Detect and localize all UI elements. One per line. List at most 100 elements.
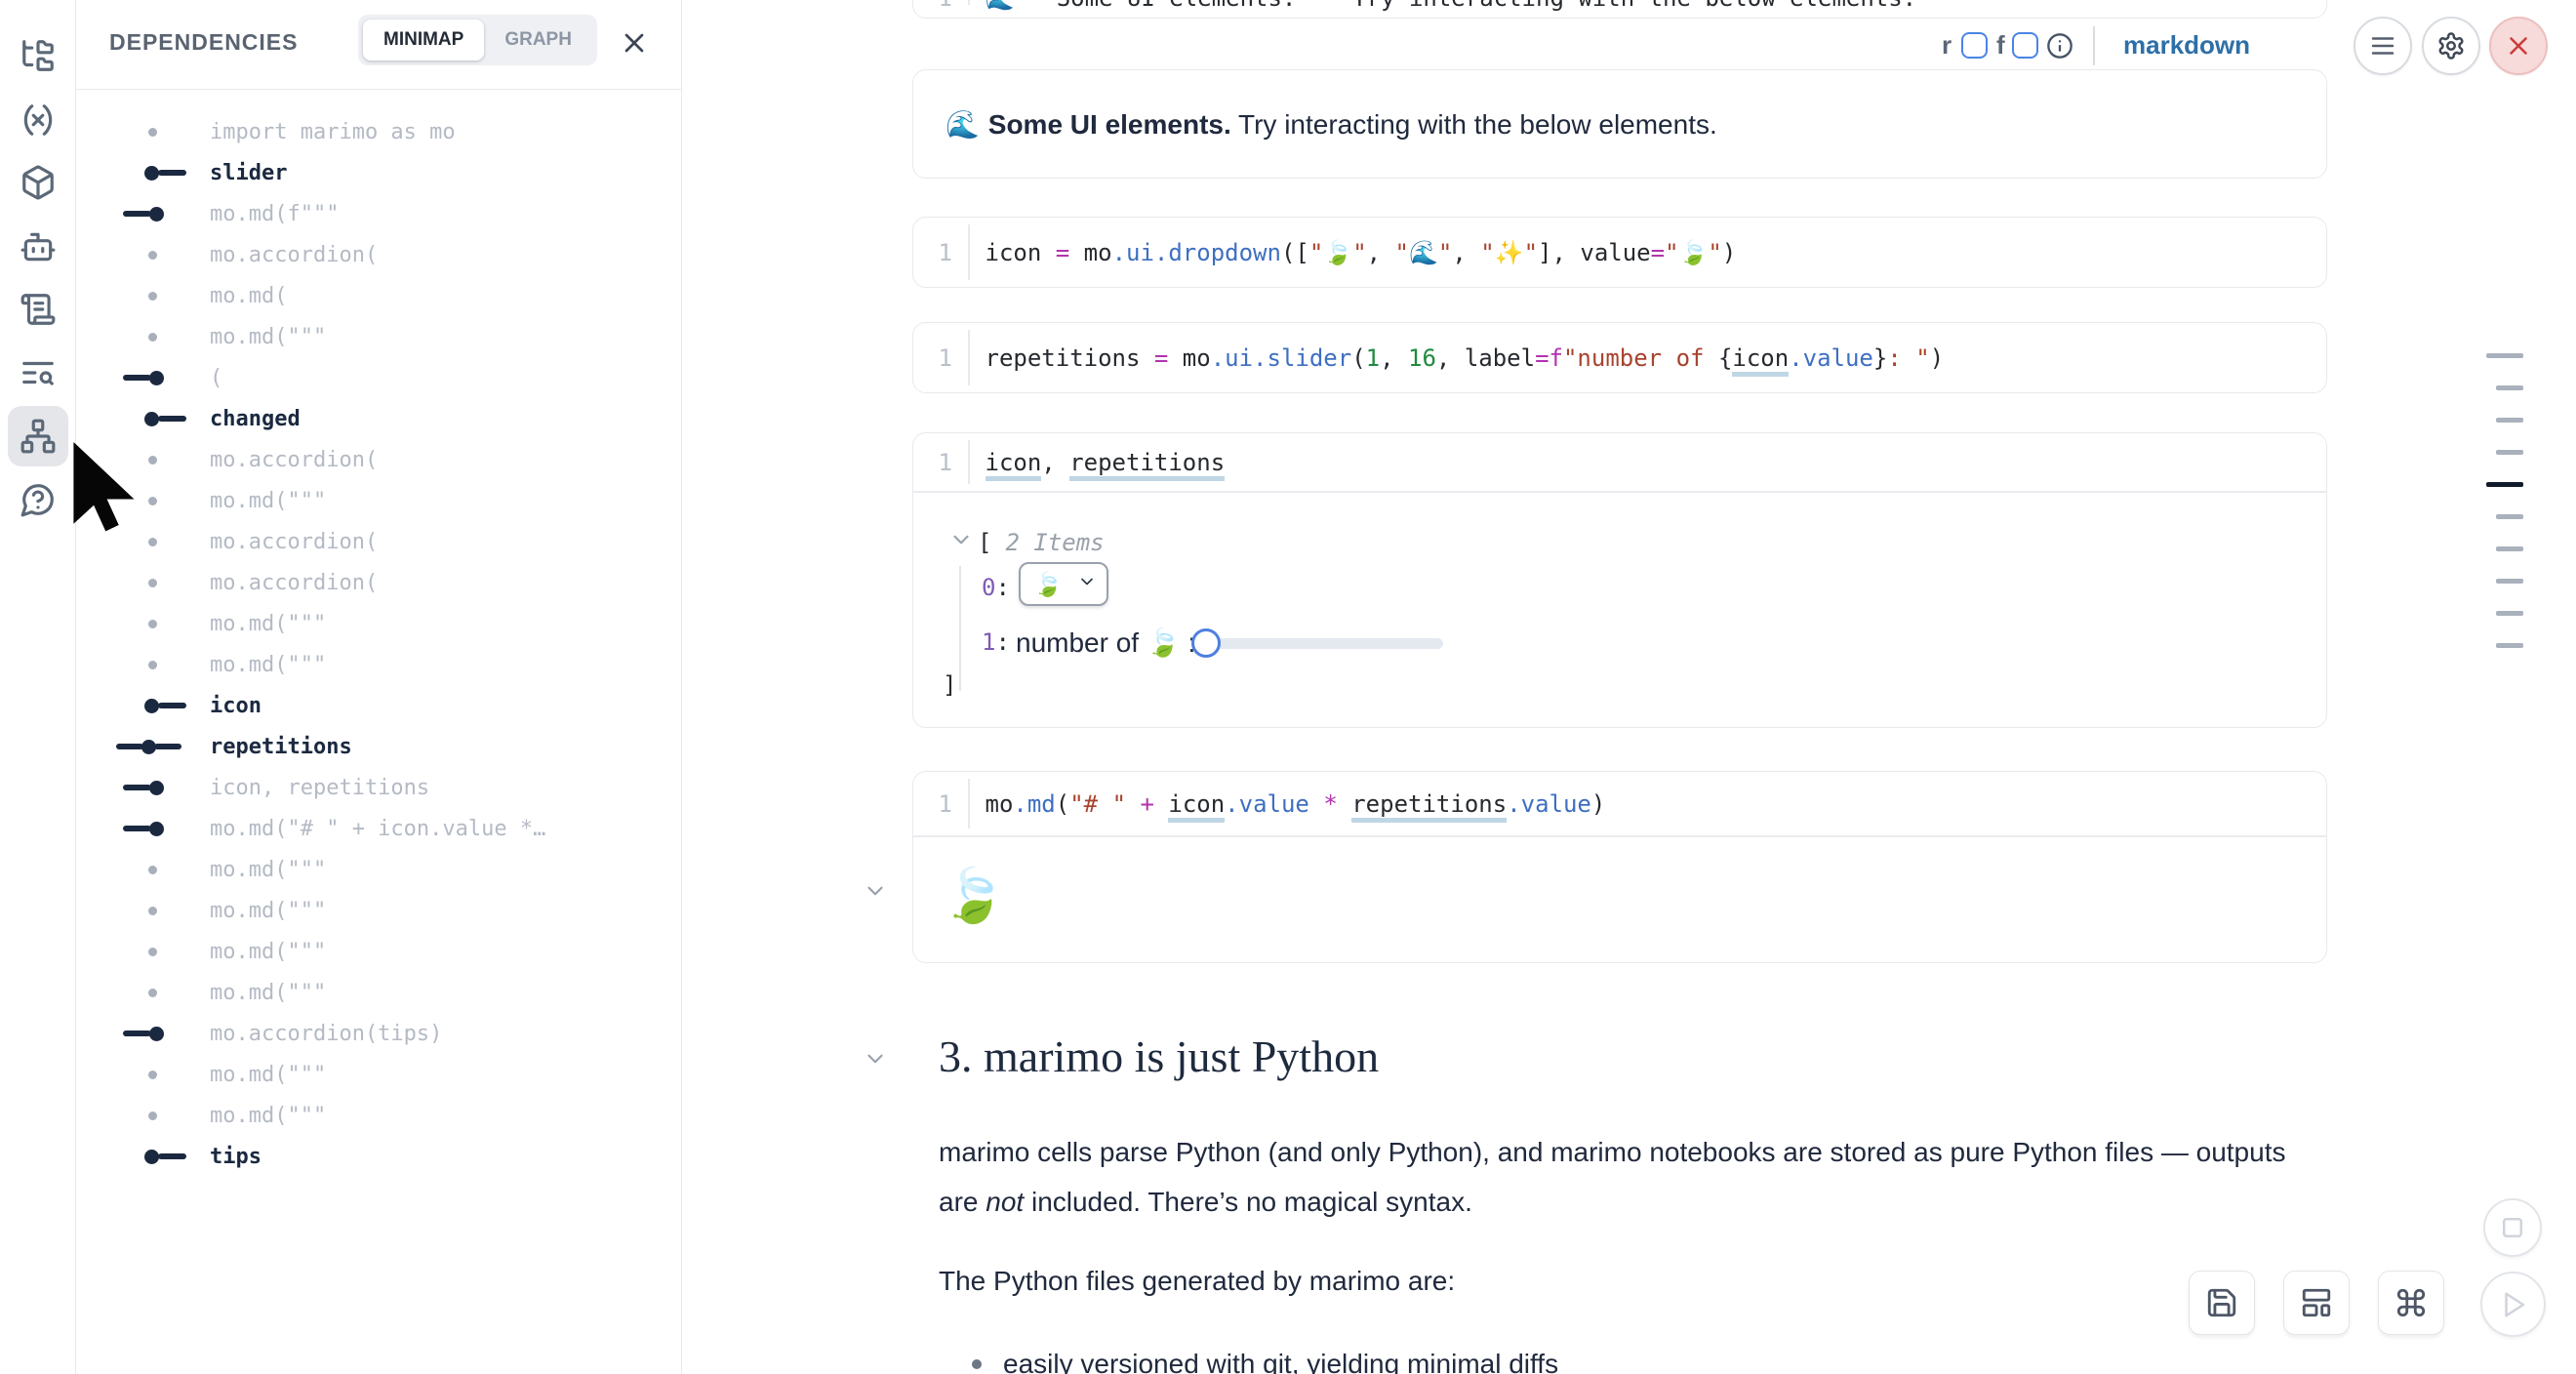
markdown-output-text: 🌊 Some UI elements. Try interacting with… [946, 108, 1717, 141]
minimap-item[interactable]: mo.md(f""" [76, 193, 681, 234]
slider-thumb[interactable] [1191, 628, 1221, 658]
cell-editor[interactable]: 1 mo.md("# " + icon.value * repetitions.… [913, 772, 2326, 835]
cell-editor[interactable]: 1 icon, repetitions [913, 433, 2326, 491]
sidebar-item-logs[interactable] [8, 279, 68, 340]
minimap-item-label: tips [210, 1145, 262, 1169]
dependencies-panel: DEPENDENCIES MINIMAP GRAPH import marimo… [76, 0, 682, 1374]
language-label[interactable]: markdown [2123, 30, 2250, 61]
code-line[interactable]: repetitions = mo.ui.slider(1, 16, label=… [970, 344, 1945, 372]
minimap-item-label: import marimo as mo [210, 120, 456, 144]
tree-indent-guide [959, 566, 961, 691]
minimap-item[interactable]: mo.accordion( [76, 439, 681, 480]
tab-minimap[interactable]: MINIMAP [363, 20, 484, 61]
minimap-item[interactable]: mo.md("# " + icon.value *… [76, 808, 681, 849]
cell-marker-icon [76, 562, 210, 603]
cell-marker-icon [76, 275, 210, 316]
minimap-item[interactable]: mo.accordion( [76, 562, 681, 603]
minimap-item-label: mo.md(""" [210, 858, 326, 882]
cell-tracker-tick[interactable] [2486, 482, 2523, 487]
markdown-cell-editor-clipped[interactable]: 1 🌊 **Some UI elements.** Try interactin… [912, 0, 2327, 19]
stop-button[interactable] [2483, 1198, 2542, 1257]
cell-tracker-tick[interactable] [2496, 643, 2523, 648]
minimap-item[interactable]: repetitions [76, 726, 681, 767]
cell-tracker-tick[interactable] [2496, 514, 2523, 519]
run-button[interactable] [2480, 1272, 2546, 1337]
minimap-item[interactable]: mo.md(""" [76, 931, 681, 972]
settings-button[interactable] [2422, 17, 2480, 75]
collapse-array-button[interactable] [948, 527, 974, 557]
minimap-item-label: mo.md(""" [210, 489, 326, 513]
minimap-item[interactable]: mo.md(""" [76, 644, 681, 685]
f-checkbox-label: f [1996, 30, 2005, 61]
cell-tracker-tick[interactable] [2496, 579, 2523, 584]
f-checkbox[interactable] [2012, 32, 2038, 59]
minimap-item[interactable]: mo.md(""" [76, 603, 681, 644]
sidebar-item-snippets[interactable] [8, 343, 68, 403]
code-cell-slider[interactable]: 1 repetitions = mo.ui.slider(1, 16, labe… [912, 322, 2327, 393]
layout-button[interactable] [2283, 1271, 2350, 1335]
slider-track[interactable] [1206, 638, 1443, 649]
keyboard-shortcuts-button[interactable] [2378, 1271, 2444, 1335]
cell-tracker-tick[interactable] [2496, 385, 2523, 390]
package-icon [20, 164, 57, 201]
text-search-icon [20, 354, 57, 391]
minimap-item-label: mo.md("# " + icon.value *… [210, 817, 545, 841]
minimap-item[interactable]: mo.md( [76, 275, 681, 316]
sidebar-item-files[interactable] [8, 25, 68, 86]
minimap-item[interactable]: icon, repetitions [76, 767, 681, 808]
notebook-menu-button[interactable] [2354, 17, 2412, 75]
minimap-item[interactable]: icon [76, 685, 681, 726]
dropdown-widget[interactable]: 🍃 [1019, 562, 1108, 606]
minimap-item[interactable]: mo.md(""" [76, 480, 681, 521]
minimap-item[interactable]: tips [76, 1136, 681, 1177]
minimap-item[interactable]: mo.accordion( [76, 521, 681, 562]
code-cell-dropdown[interactable]: 1 icon = mo.ui.dropdown(["🍃", "🌊", "✨"],… [912, 217, 2327, 288]
minimap-item-label: icon [210, 694, 262, 718]
code-line[interactable]: 🌊 **Some UI elements.** Try interacting … [970, 0, 1917, 12]
minimap-item[interactable]: mo.md(""" [76, 316, 681, 357]
cell-tracker-tick[interactable] [2496, 546, 2523, 551]
minimap-item[interactable]: mo.md(""" [76, 1054, 681, 1095]
shutdown-button[interactable] [2489, 17, 2548, 75]
code-line[interactable]: icon, repetitions [970, 449, 1226, 476]
minimap-item[interactable]: mo.md(""" [76, 890, 681, 931]
minimap-item[interactable]: mo.md(""" [76, 849, 681, 890]
minimap-item[interactable]: mo.md(""" [76, 1095, 681, 1136]
minimap-item[interactable]: slider [76, 152, 681, 193]
sidebar-item-variables[interactable] [8, 90, 68, 150]
sidebar-item-packages[interactable] [8, 152, 68, 213]
code-line[interactable]: mo.md("# " + icon.value * repetitions.va… [970, 790, 1606, 818]
sidebar-item-ai-assistant[interactable] [8, 217, 68, 277]
cell-marker-icon [76, 890, 210, 931]
save-button[interactable] [2189, 1271, 2255, 1335]
cell-tracker-tick[interactable] [2496, 418, 2523, 423]
cell-marker-icon [76, 1095, 210, 1136]
info-icon[interactable] [2046, 32, 2073, 64]
code-line[interactable]: icon = mo.ui.dropdown(["🍃", "🌊", "✨"], v… [970, 239, 1737, 266]
cell-tracker-tick[interactable] [2496, 450, 2523, 455]
cell-tracker-tick[interactable] [2496, 611, 2523, 616]
cell-tracker-tick[interactable] [2486, 353, 2523, 358]
minimap-item[interactable]: ( [76, 357, 681, 398]
file-tree-icon [20, 37, 57, 74]
cell-marker-icon [76, 234, 210, 275]
chevron-down-icon [863, 1046, 888, 1071]
minimap-item[interactable]: import marimo as mo [76, 111, 681, 152]
minimap-item[interactable]: changed [76, 398, 681, 439]
r-checkbox[interactable] [1961, 32, 1988, 59]
mouse-cursor [51, 427, 156, 545]
minimap-item-label: slider [210, 161, 287, 185]
minimap-item[interactable]: mo.accordion( [76, 234, 681, 275]
close-panel-button[interactable] [619, 27, 650, 59]
r-checkbox-label: r [1942, 30, 1952, 61]
panel-title: DEPENDENCIES [109, 29, 298, 56]
paragraph: The Python files generated by marimo are… [939, 1266, 1455, 1297]
minimap-item[interactable]: mo.md(""" [76, 972, 681, 1013]
cell-marker-icon [76, 316, 210, 357]
minimap-item[interactable]: mo.accordion(tips) [76, 1013, 681, 1054]
collapse-section-button[interactable] [863, 1046, 888, 1076]
wave-emoji: 🌊 [946, 108, 988, 141]
collapse-output-button[interactable] [863, 878, 888, 909]
tab-graph[interactable]: GRAPH [484, 20, 592, 61]
minimap-item-label: mo.md(""" [210, 899, 326, 923]
